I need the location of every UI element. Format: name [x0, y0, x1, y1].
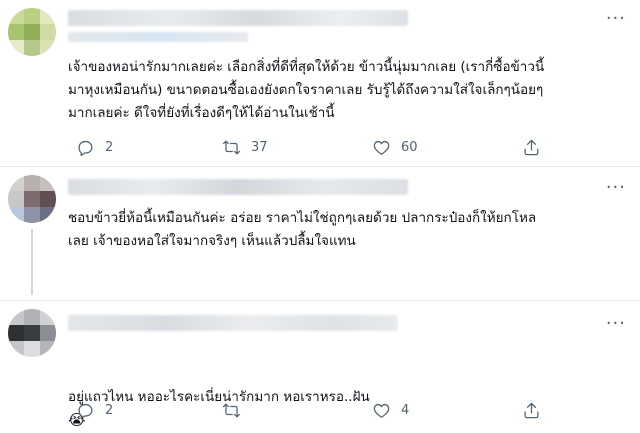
- display-name-blurred[interactable]: [68, 315, 398, 331]
- more-icon[interactable]: ···: [606, 177, 626, 198]
- handle-blurred: [68, 32, 248, 42]
- like-button[interactable]: 60: [372, 138, 418, 157]
- retweet-icon: [222, 403, 241, 418]
- like-count: 4: [401, 403, 410, 418]
- share-button[interactable]: [522, 401, 541, 420]
- retweet-button[interactable]: [222, 401, 251, 420]
- like-count: 60: [401, 140, 418, 155]
- retweet-icon: [222, 140, 241, 155]
- display-name-blurred[interactable]: [68, 179, 408, 195]
- reply-button[interactable]: 2: [76, 138, 113, 157]
- tweet-1[interactable]: ··· เจ้าของหอน่ารักมากเลยค่ะ เลือกสิ่งที…: [0, 0, 640, 165]
- reply-icon: [78, 140, 93, 157]
- share-button[interactable]: [522, 138, 541, 157]
- tweet-actions: 2 4: [68, 401, 548, 421]
- tweet-text: เจ้าของหอน่ารักมากเลยค่ะ เลือกสิ่งที่ดีท…: [68, 59, 545, 121]
- retweet-button[interactable]: 37: [222, 138, 268, 157]
- reply-icon: [78, 403, 93, 420]
- like-button[interactable]: 4: [372, 401, 409, 420]
- tweet-text: ชอบข้าวยี่ห้อนี้เหมือนกันค่ะ อร่อย ราคาไ…: [68, 210, 537, 249]
- heart-icon: [373, 140, 390, 155]
- thread-line: [31, 229, 33, 295]
- more-icon[interactable]: ···: [606, 313, 626, 334]
- avatar[interactable]: [8, 175, 56, 223]
- avatar[interactable]: [8, 309, 56, 357]
- display-name-blurred[interactable]: [68, 10, 408, 26]
- reply-count: 2: [105, 140, 114, 155]
- share-icon: [524, 402, 539, 419]
- tweet-text: อยู่แถวไหน หออะไรคะเนี่ยน่ารักมาก หอเราห…: [68, 363, 628, 433]
- retweet-count: 37: [251, 140, 268, 155]
- reply-count: 2: [105, 403, 114, 418]
- tweet-3[interactable]: ··· อยู่แถวไหน หออะไรคะเนี่ยน่ารักมาก หอ…: [0, 301, 640, 429]
- more-icon[interactable]: ···: [606, 8, 626, 29]
- heart-icon: [373, 403, 390, 418]
- tweet-2[interactable]: ··· ชอบข้าวยี่ห้อนี้เหมือนกันค่ะ อร่อย ร…: [0, 167, 640, 299]
- tweet-actions: 2 37 60: [68, 138, 548, 158]
- reply-button[interactable]: 2: [76, 401, 113, 420]
- avatar[interactable]: [8, 8, 56, 56]
- share-icon: [524, 139, 539, 156]
